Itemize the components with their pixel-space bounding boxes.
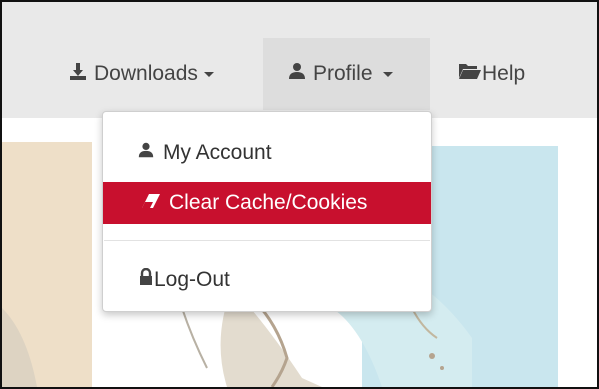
menu-item-my-account[interactable]: My Account <box>103 133 431 173</box>
user-icon <box>287 61 313 87</box>
navbar: Downloads Profile Help <box>2 2 597 118</box>
profile-menu-button[interactable]: Profile <box>263 38 430 110</box>
help-label: Help <box>482 62 526 85</box>
help-button[interactable]: Help <box>458 38 525 110</box>
menu-item-label: My Account <box>163 141 272 164</box>
download-icon <box>68 61 94 87</box>
menu-divider <box>104 240 430 241</box>
lock-icon <box>139 267 154 292</box>
user-icon <box>137 141 163 165</box>
menu-item-label: Clear Cache/Cookies <box>169 191 368 214</box>
app-window: Downloads Profile Help My Account Clear … <box>0 0 599 389</box>
menu-item-label: Log-Out <box>154 268 230 291</box>
menu-item-clear-cache[interactable]: Clear Cache/Cookies <box>103 182 431 224</box>
chevron-down-icon <box>203 71 214 77</box>
downloads-label: Downloads <box>94 62 198 85</box>
folder-open-icon <box>458 62 482 86</box>
profile-dropdown-menu: My Account Clear Cache/Cookies Log-Out <box>102 111 432 312</box>
chevron-down-icon <box>382 71 393 77</box>
profile-label: Profile <box>313 62 373 85</box>
menu-item-logout[interactable]: Log-Out <box>103 260 431 300</box>
eraser-icon <box>141 191 169 215</box>
downloads-menu-button[interactable]: Downloads <box>68 38 214 110</box>
